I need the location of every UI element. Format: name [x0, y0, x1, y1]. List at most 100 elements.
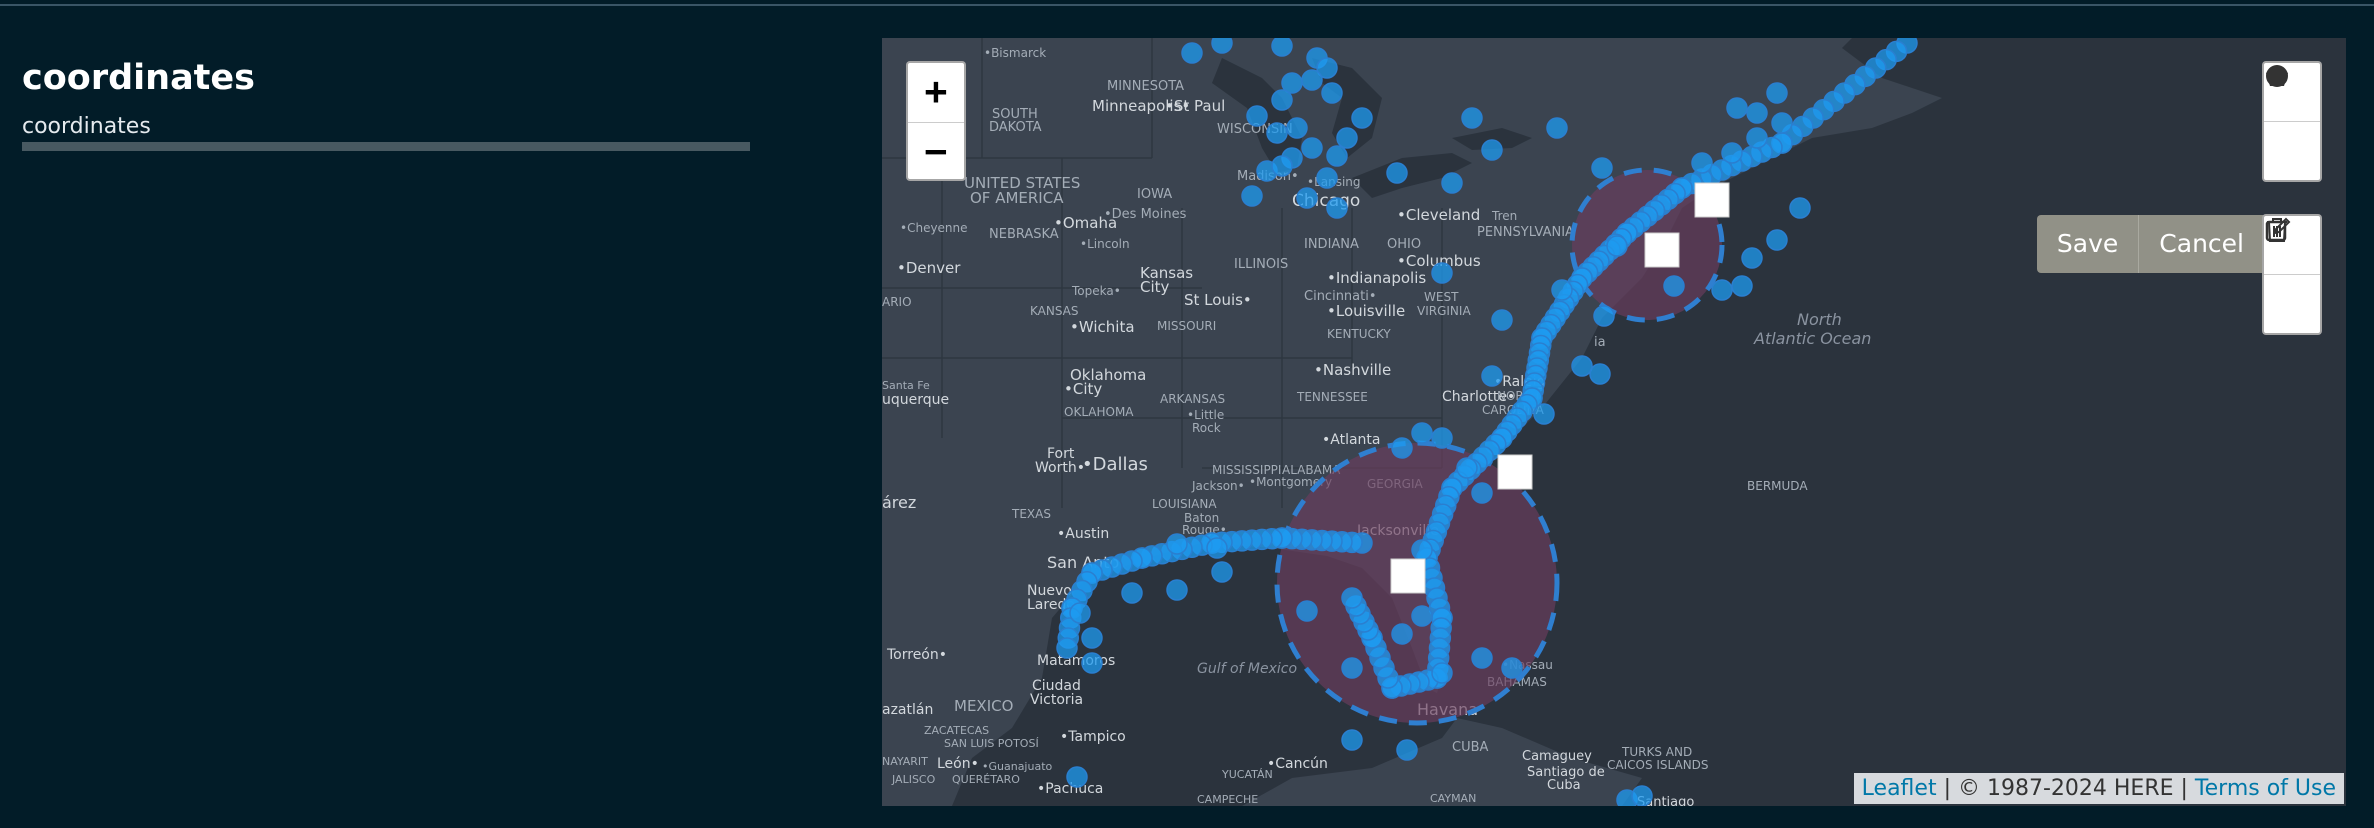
coordinate-marker[interactable] — [1166, 579, 1188, 601]
coordinate-marker[interactable] — [1721, 142, 1743, 164]
coordinate-marker[interactable] — [1461, 107, 1483, 129]
coordinate-marker[interactable] — [1546, 117, 1568, 139]
draw-circle-button[interactable] — [2264, 65, 2320, 180]
coordinate-marker[interactable] — [1341, 587, 1363, 609]
coordinate-marker[interactable] — [1266, 122, 1288, 144]
coordinate-marker[interactable] — [1741, 247, 1763, 269]
coordinate-marker[interactable] — [1391, 623, 1413, 645]
coordinate-marker[interactable] — [1081, 627, 1103, 649]
terms-link[interactable]: Terms of Use — [2195, 776, 2336, 801]
coordinate-marker[interactable] — [1411, 422, 1433, 444]
coordinate-marker[interactable] — [1471, 647, 1493, 669]
coordinate-marker[interactable] — [1211, 561, 1233, 583]
coordinate-marker[interactable] — [1121, 582, 1143, 604]
coordinate-marker[interactable] — [1431, 427, 1453, 449]
map-container[interactable]: QuebecNEWBRUNSWICK•CharlottetownSAINT-PI… — [882, 38, 2346, 806]
coordinate-marker[interactable] — [1411, 539, 1433, 561]
coordinate-marker[interactable] — [1431, 262, 1453, 284]
coordinate-marker[interactable] — [1571, 355, 1593, 377]
coordinate-marker[interactable] — [1533, 403, 1555, 425]
map-label: •Lincoln — [1080, 237, 1130, 251]
coordinate-marker[interactable] — [1341, 657, 1363, 679]
coordinate-marker[interactable] — [1631, 785, 1653, 806]
coordinate-marker[interactable] — [1589, 363, 1611, 385]
zoom-in-button[interactable]: + — [908, 63, 964, 122]
cancel-button[interactable]: Cancel — [2138, 215, 2264, 273]
coordinate-marker[interactable] — [1591, 157, 1613, 179]
coordinate-marker[interactable] — [1551, 279, 1573, 301]
coordinate-marker[interactable] — [1481, 365, 1503, 387]
coordinate-marker[interactable] — [1501, 657, 1523, 679]
map-label: VIRGINIA — [1417, 304, 1471, 318]
coordinate-marker[interactable] — [1471, 482, 1493, 504]
coordinate-marker[interactable] — [1326, 197, 1348, 219]
edit-handle[interactable] — [1644, 232, 1680, 268]
coordinate-marker[interactable] — [1056, 637, 1078, 659]
coordinate-marker[interactable] — [1771, 112, 1793, 134]
map-label: Torreón• — [886, 647, 947, 663]
coordinate-marker[interactable] — [1593, 305, 1615, 327]
map-label: CAICOS ISLANDS — [1607, 758, 1709, 772]
coordinate-marker[interactable] — [1069, 602, 1091, 624]
zoom-out-button[interactable]: − — [908, 122, 964, 182]
map-label: •Guanajuato — [982, 760, 1053, 773]
coordinate-marker[interactable] — [1766, 229, 1788, 251]
coordinate-marker[interactable] — [1246, 105, 1268, 127]
coordinate-marker[interactable] — [1296, 187, 1318, 209]
leaflet-link[interactable]: Leaflet — [1862, 776, 1937, 801]
coordinate-marker[interactable] — [1386, 162, 1408, 184]
coordinate-marker[interactable] — [1789, 197, 1811, 219]
coordinate-marker[interactable] — [1081, 652, 1103, 674]
edit-handle[interactable] — [1390, 558, 1426, 594]
zoom-control: + − — [906, 61, 966, 181]
map-label: Victoria — [1030, 692, 1083, 708]
coordinate-marker[interactable] — [1321, 82, 1343, 104]
coordinate-marker[interactable] — [1181, 42, 1203, 64]
coordinate-marker[interactable] — [1391, 437, 1413, 459]
map-label: •Dallas — [1082, 454, 1148, 475]
delete-layers-button[interactable] — [2264, 218, 2320, 333]
coordinate-marker[interactable] — [1491, 309, 1513, 331]
coordinate-marker[interactable] — [1271, 89, 1293, 111]
coordinate-marker[interactable] — [1606, 235, 1628, 257]
coordinate-marker[interactable] — [1691, 152, 1713, 174]
map-label: MEXICO — [954, 697, 1013, 715]
map-label: JALISCO — [891, 773, 936, 786]
coordinate-marker[interactable] — [1316, 167, 1338, 189]
coordinate-marker[interactable] — [1336, 127, 1358, 149]
coordinate-marker[interactable] — [1411, 605, 1433, 627]
coordinate-marker[interactable] — [1066, 766, 1088, 788]
coordinate-marker[interactable] — [1711, 279, 1733, 301]
coordinate-marker[interactable] — [1396, 739, 1418, 761]
coordinate-marker[interactable] — [1746, 127, 1768, 149]
coordinate-marker[interactable] — [1211, 38, 1233, 54]
map-label: Jackson• — [1191, 479, 1245, 493]
coordinate-marker[interactable] — [1341, 729, 1363, 751]
coordinate-marker[interactable] — [1731, 275, 1753, 297]
coordinate-marker[interactable] — [1296, 600, 1318, 622]
map-label: Topeka• — [1071, 284, 1121, 298]
coordinate-marker[interactable] — [1441, 172, 1463, 194]
coordinate-marker[interactable] — [1301, 137, 1323, 159]
map-canvas[interactable]: QuebecNEWBRUNSWICK•CharlottetownSAINT-PI… — [882, 38, 2346, 806]
coordinate-marker[interactable] — [1351, 107, 1373, 129]
coordinate-marker[interactable] — [1301, 69, 1323, 91]
coordinate-marker[interactable] — [1241, 185, 1263, 207]
coordinate-marker[interactable] — [1326, 145, 1348, 167]
coordinate-marker[interactable] — [1271, 38, 1293, 57]
coordinate-marker[interactable] — [1663, 275, 1685, 297]
edit-handle[interactable] — [1497, 454, 1533, 490]
coordinate-marker[interactable] — [1766, 82, 1788, 104]
coordinate-marker[interactable] — [1431, 662, 1453, 684]
coordinate-marker[interactable] — [1286, 117, 1308, 139]
coordinate-marker[interactable] — [1206, 537, 1228, 559]
coordinate-marker[interactable] — [1481, 139, 1503, 161]
map-label: •Little — [1187, 408, 1224, 422]
coordinate-marker[interactable] — [1726, 97, 1748, 119]
edit-handle[interactable] — [1694, 182, 1730, 218]
coordinate-marker[interactable] — [1271, 155, 1293, 177]
coordinate-marker[interactable] — [1746, 102, 1768, 124]
coordinate-marker[interactable] — [1166, 533, 1188, 555]
coordinate-marker[interactable] — [1456, 457, 1478, 479]
save-button[interactable]: Save — [2037, 215, 2138, 273]
